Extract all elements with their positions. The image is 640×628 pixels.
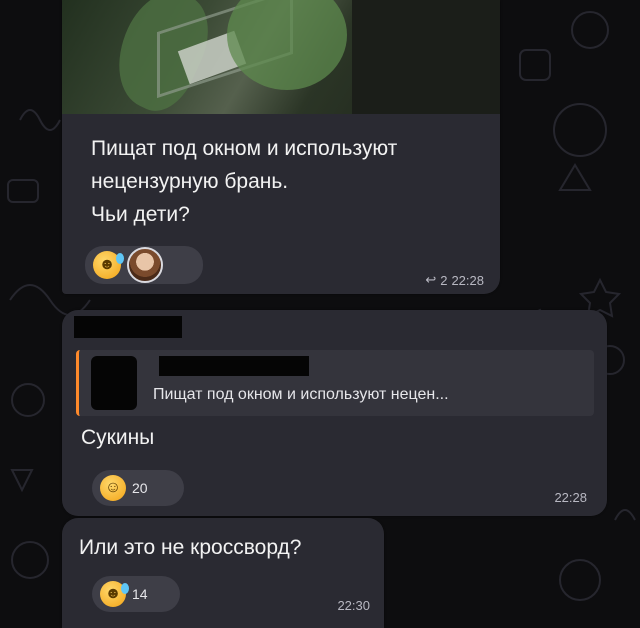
message-text-line: нецензурную брань. — [91, 170, 289, 193]
reply-quote[interactable]: Пищат под окном и используют нецен... — [76, 350, 594, 416]
reply-arrow-icon: ↩ — [425, 272, 437, 287]
reaction-pill[interactable]: ☺ 20 — [92, 470, 184, 506]
message-bubble[interactable]: Или это не кроссворд? ☻ 14 22:30 — [62, 518, 384, 628]
message-bubble-reply[interactable]: Пищат под окном и используют нецен... Су… — [62, 310, 607, 516]
reaction-pill[interactable]: ☻ — [85, 246, 203, 284]
message-time: 22:30 — [337, 598, 370, 613]
redacted-sender-name — [74, 316, 182, 338]
quote-text: Пищат под окном и используют нецен... — [153, 386, 449, 403]
reaction-count: 20 — [132, 480, 148, 496]
message-text-line: Чьи дети? — [91, 203, 190, 226]
message-time: 22:28 — [451, 272, 484, 288]
reaction-pill[interactable]: ☻ 14 — [92, 576, 180, 612]
message-text-line: Пищат под окном и используют — [91, 137, 398, 160]
message-text: Сукины — [81, 426, 155, 449]
rolling-laughing-emoji-icon: ☻ — [100, 581, 129, 607]
reactor-avatar — [127, 247, 163, 283]
rolling-laughing-emoji-icon: ☻ — [93, 251, 124, 279]
message-text: Пищат под окном и используют нецензурную… — [91, 132, 491, 231]
message-meta: ↩ 2 22:28 — [425, 272, 484, 288]
reaction-count: 14 — [132, 586, 148, 602]
message-bubble-photo[interactable]: Пищат под окном и используют нецензурную… — [62, 0, 500, 294]
message-text: Или это не кроссворд? — [79, 536, 302, 559]
redacted-quote-thumbnail — [91, 356, 137, 410]
redacted-quote-author — [159, 356, 309, 376]
message-time: 22:28 — [554, 490, 587, 505]
reply-count: 2 — [440, 272, 448, 288]
message-photo[interactable] — [62, 0, 500, 114]
grinning-emoji-icon: ☺ — [100, 475, 126, 501]
